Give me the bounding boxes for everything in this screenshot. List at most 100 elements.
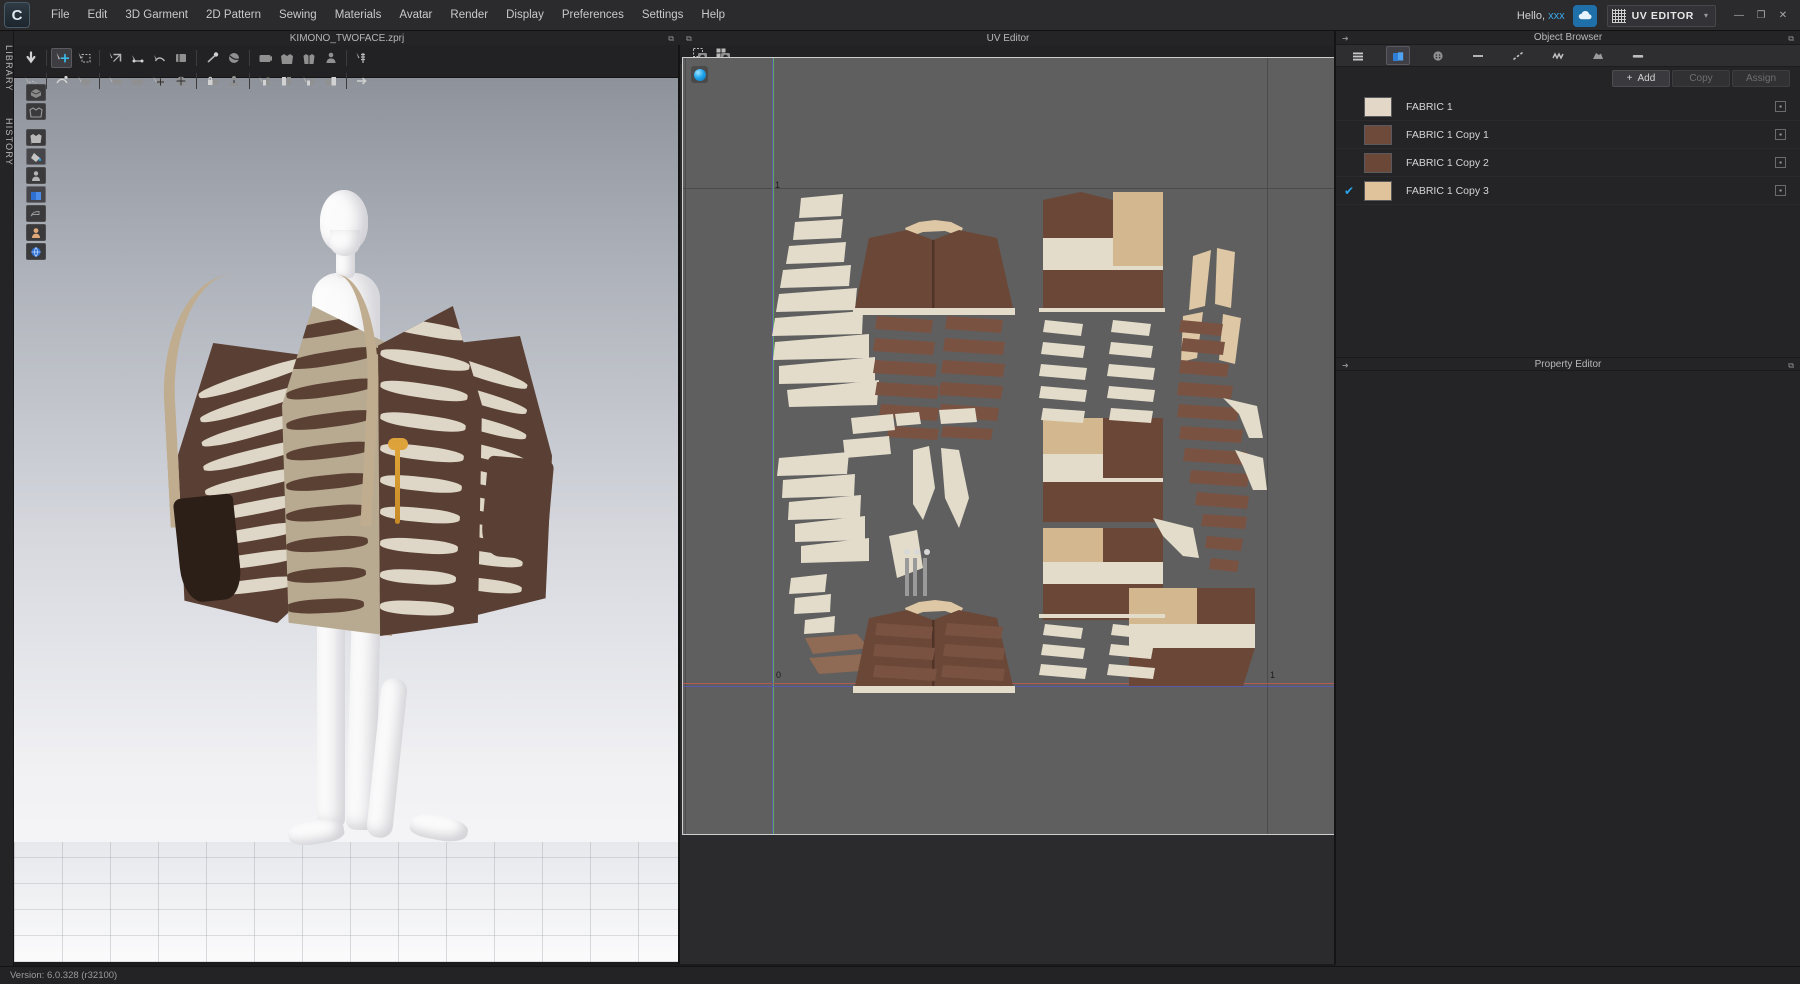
fabric-tab[interactable] xyxy=(1386,46,1410,65)
zipper-tab[interactable] xyxy=(1466,46,1490,65)
fabric-row[interactable]: FABRIC 1 ▪ xyxy=(1336,93,1800,121)
fabric-color-swatch[interactable] xyxy=(1364,124,1392,145)
pin-arrow-icon[interactable]: ➜ xyxy=(1342,34,1349,43)
fabric-selected-check-icon[interactable]: ✔ xyxy=(1344,184,1364,198)
app-logo-icon[interactable]: C xyxy=(4,2,30,28)
fabric-row[interactable]: ✔ FABRIC 1 Copy 3 ▪ xyxy=(1336,177,1800,205)
fabric-color-swatch[interactable] xyxy=(1364,152,1392,173)
rectangle-select-tool[interactable] xyxy=(73,48,94,68)
transform-tool[interactable] xyxy=(20,48,41,68)
popout-icon[interactable]: ⧉ xyxy=(1788,361,1794,371)
fabric-options-icon[interactable]: ▪ xyxy=(1775,101,1786,112)
menu-item-avatar[interactable]: Avatar xyxy=(390,5,441,25)
garment-front-tool[interactable] xyxy=(276,48,297,68)
property-editor-title: Property Editor xyxy=(1534,358,1602,370)
menu-item-3d-garment[interactable]: 3D Garment xyxy=(116,5,197,25)
kimono-stripe xyxy=(379,536,459,556)
move-tool[interactable] xyxy=(51,48,72,68)
close-button[interactable]: ✕ xyxy=(1772,7,1794,25)
garment-fold-tool[interactable] xyxy=(298,48,319,68)
fabric-color-swatch[interactable] xyxy=(1364,180,1392,201)
toolbar-separator xyxy=(99,73,100,89)
fabric-row[interactable]: FABRIC 1 Copy 2 ▪ xyxy=(1336,149,1800,177)
popout-icon[interactable]: ⧉ xyxy=(668,34,674,44)
add-button[interactable]: + Add xyxy=(1612,69,1670,87)
menu-item-2d-pattern[interactable]: 2D Pattern xyxy=(197,5,270,25)
fabric-preset-tool[interactable] xyxy=(26,84,46,101)
menu-item-materials[interactable]: Materials xyxy=(326,5,391,25)
print-tab[interactable] xyxy=(1626,46,1650,65)
menu-item-settings[interactable]: Settings xyxy=(633,5,693,25)
fabric-tool[interactable] xyxy=(73,71,94,91)
zipper-tool[interactable] xyxy=(351,48,372,68)
pressure-tool[interactable] xyxy=(223,71,244,91)
fabric-name-label: FABRIC 1 Copy 1 xyxy=(1406,128,1489,141)
avatar-tool[interactable] xyxy=(320,48,341,68)
popout-icon[interactable]: ⧉ xyxy=(1788,34,1794,44)
curve-tool[interactable] xyxy=(148,48,169,68)
pin-tool[interactable] xyxy=(201,48,222,68)
fill-tool[interactable] xyxy=(26,148,46,165)
button-circle-icon-glyph xyxy=(1433,50,1443,61)
lock-tool[interactable] xyxy=(201,71,222,91)
globe-tool[interactable] xyxy=(26,243,46,260)
pattern-fill-tool[interactable] xyxy=(298,71,319,91)
garment-select-tool[interactable] xyxy=(26,129,46,146)
copy-button[interactable]: Copy xyxy=(1672,69,1730,87)
mesh-tool[interactable] xyxy=(148,71,169,91)
fabric-options-icon[interactable]: ▪ xyxy=(1775,185,1786,196)
free-sew-tool[interactable] xyxy=(51,71,72,91)
uv-canvas[interactable]: 0 1 1 xyxy=(682,57,1336,835)
menu-item-sewing[interactable]: Sewing xyxy=(270,5,326,25)
avatar-select-tool[interactable] xyxy=(26,167,46,184)
button-tab[interactable] xyxy=(1426,46,1450,65)
skin-tool[interactable] xyxy=(26,224,46,241)
block-fill-tool[interactable] xyxy=(320,71,341,91)
property-editor-body[interactable] xyxy=(1336,371,1800,984)
fold-arrange-tool[interactable] xyxy=(104,48,125,68)
camera-tool[interactable] xyxy=(254,48,275,68)
list-menu-tab[interactable] xyxy=(1346,46,1370,65)
menu-item-edit[interactable]: Edit xyxy=(79,5,117,25)
fabric-options-icon[interactable]: ▪ xyxy=(1775,129,1786,140)
object-browser-title-bar: ➜ Object Browser ⧉ xyxy=(1336,31,1800,45)
book-tool[interactable] xyxy=(26,186,46,203)
fabric-options-icon[interactable]: ▪ xyxy=(1775,157,1786,168)
fabric-color-swatch[interactable] xyxy=(1364,96,1392,117)
stripe-tool[interactable] xyxy=(276,71,297,91)
shirt-preset-tool[interactable] xyxy=(26,103,46,120)
iron-tool[interactable] xyxy=(26,205,46,222)
graphic-tab[interactable] xyxy=(1586,46,1610,65)
kimono-stripe xyxy=(379,345,471,375)
menu-item-display[interactable]: Display xyxy=(497,5,553,25)
mode-selector[interactable]: UV EDITOR ▾ xyxy=(1606,4,1716,27)
cloud-icon[interactable] xyxy=(1572,4,1597,27)
pin-arrow-icon[interactable]: ➜ xyxy=(1342,361,1349,370)
sphere-rotate-tool[interactable] xyxy=(223,48,244,68)
expand-tool[interactable] xyxy=(351,71,372,91)
segment-tool[interactable] xyxy=(126,48,147,68)
assign-button[interactable]: Assign xyxy=(1732,69,1790,87)
minimize-button[interactable]: — xyxy=(1728,7,1750,25)
uv-pattern-pieces[interactable] xyxy=(683,58,1336,835)
trim-tab[interactable] xyxy=(1546,46,1570,65)
restore-button[interactable]: ❐ xyxy=(1750,7,1772,25)
fabric-list: FABRIC 1 ▪ FABRIC 1 Copy 1 ▪ FABRIC 1 Copy 2… xyxy=(1336,93,1800,205)
history-tab[interactable]: HISTORY xyxy=(0,112,14,172)
particle-distance-tool[interactable] xyxy=(170,71,191,91)
popout-icon[interactable]: ⧉ xyxy=(686,34,692,44)
menu-item-file[interactable]: File xyxy=(42,5,79,25)
chevron-down-icon[interactable]: ▾ xyxy=(1704,11,1708,20)
box-fold-tool[interactable] xyxy=(170,48,191,68)
account-username[interactable]: xxx xyxy=(1548,10,1565,22)
menu-item-help[interactable]: Help xyxy=(692,5,734,25)
fabric-row[interactable]: FABRIC 1 Copy 1 ▪ xyxy=(1336,121,1800,149)
library-tab[interactable]: LIBRARY xyxy=(0,39,14,98)
topstitch-tool[interactable] xyxy=(104,71,125,91)
gradient-tool[interactable] xyxy=(254,71,275,91)
menu-item-render[interactable]: Render xyxy=(441,5,497,25)
3d-garment-viewport[interactable] xyxy=(14,78,680,962)
topstitch-tab[interactable] xyxy=(1506,46,1530,65)
button-tool[interactable] xyxy=(126,71,147,91)
menu-item-preferences[interactable]: Preferences xyxy=(553,5,633,25)
